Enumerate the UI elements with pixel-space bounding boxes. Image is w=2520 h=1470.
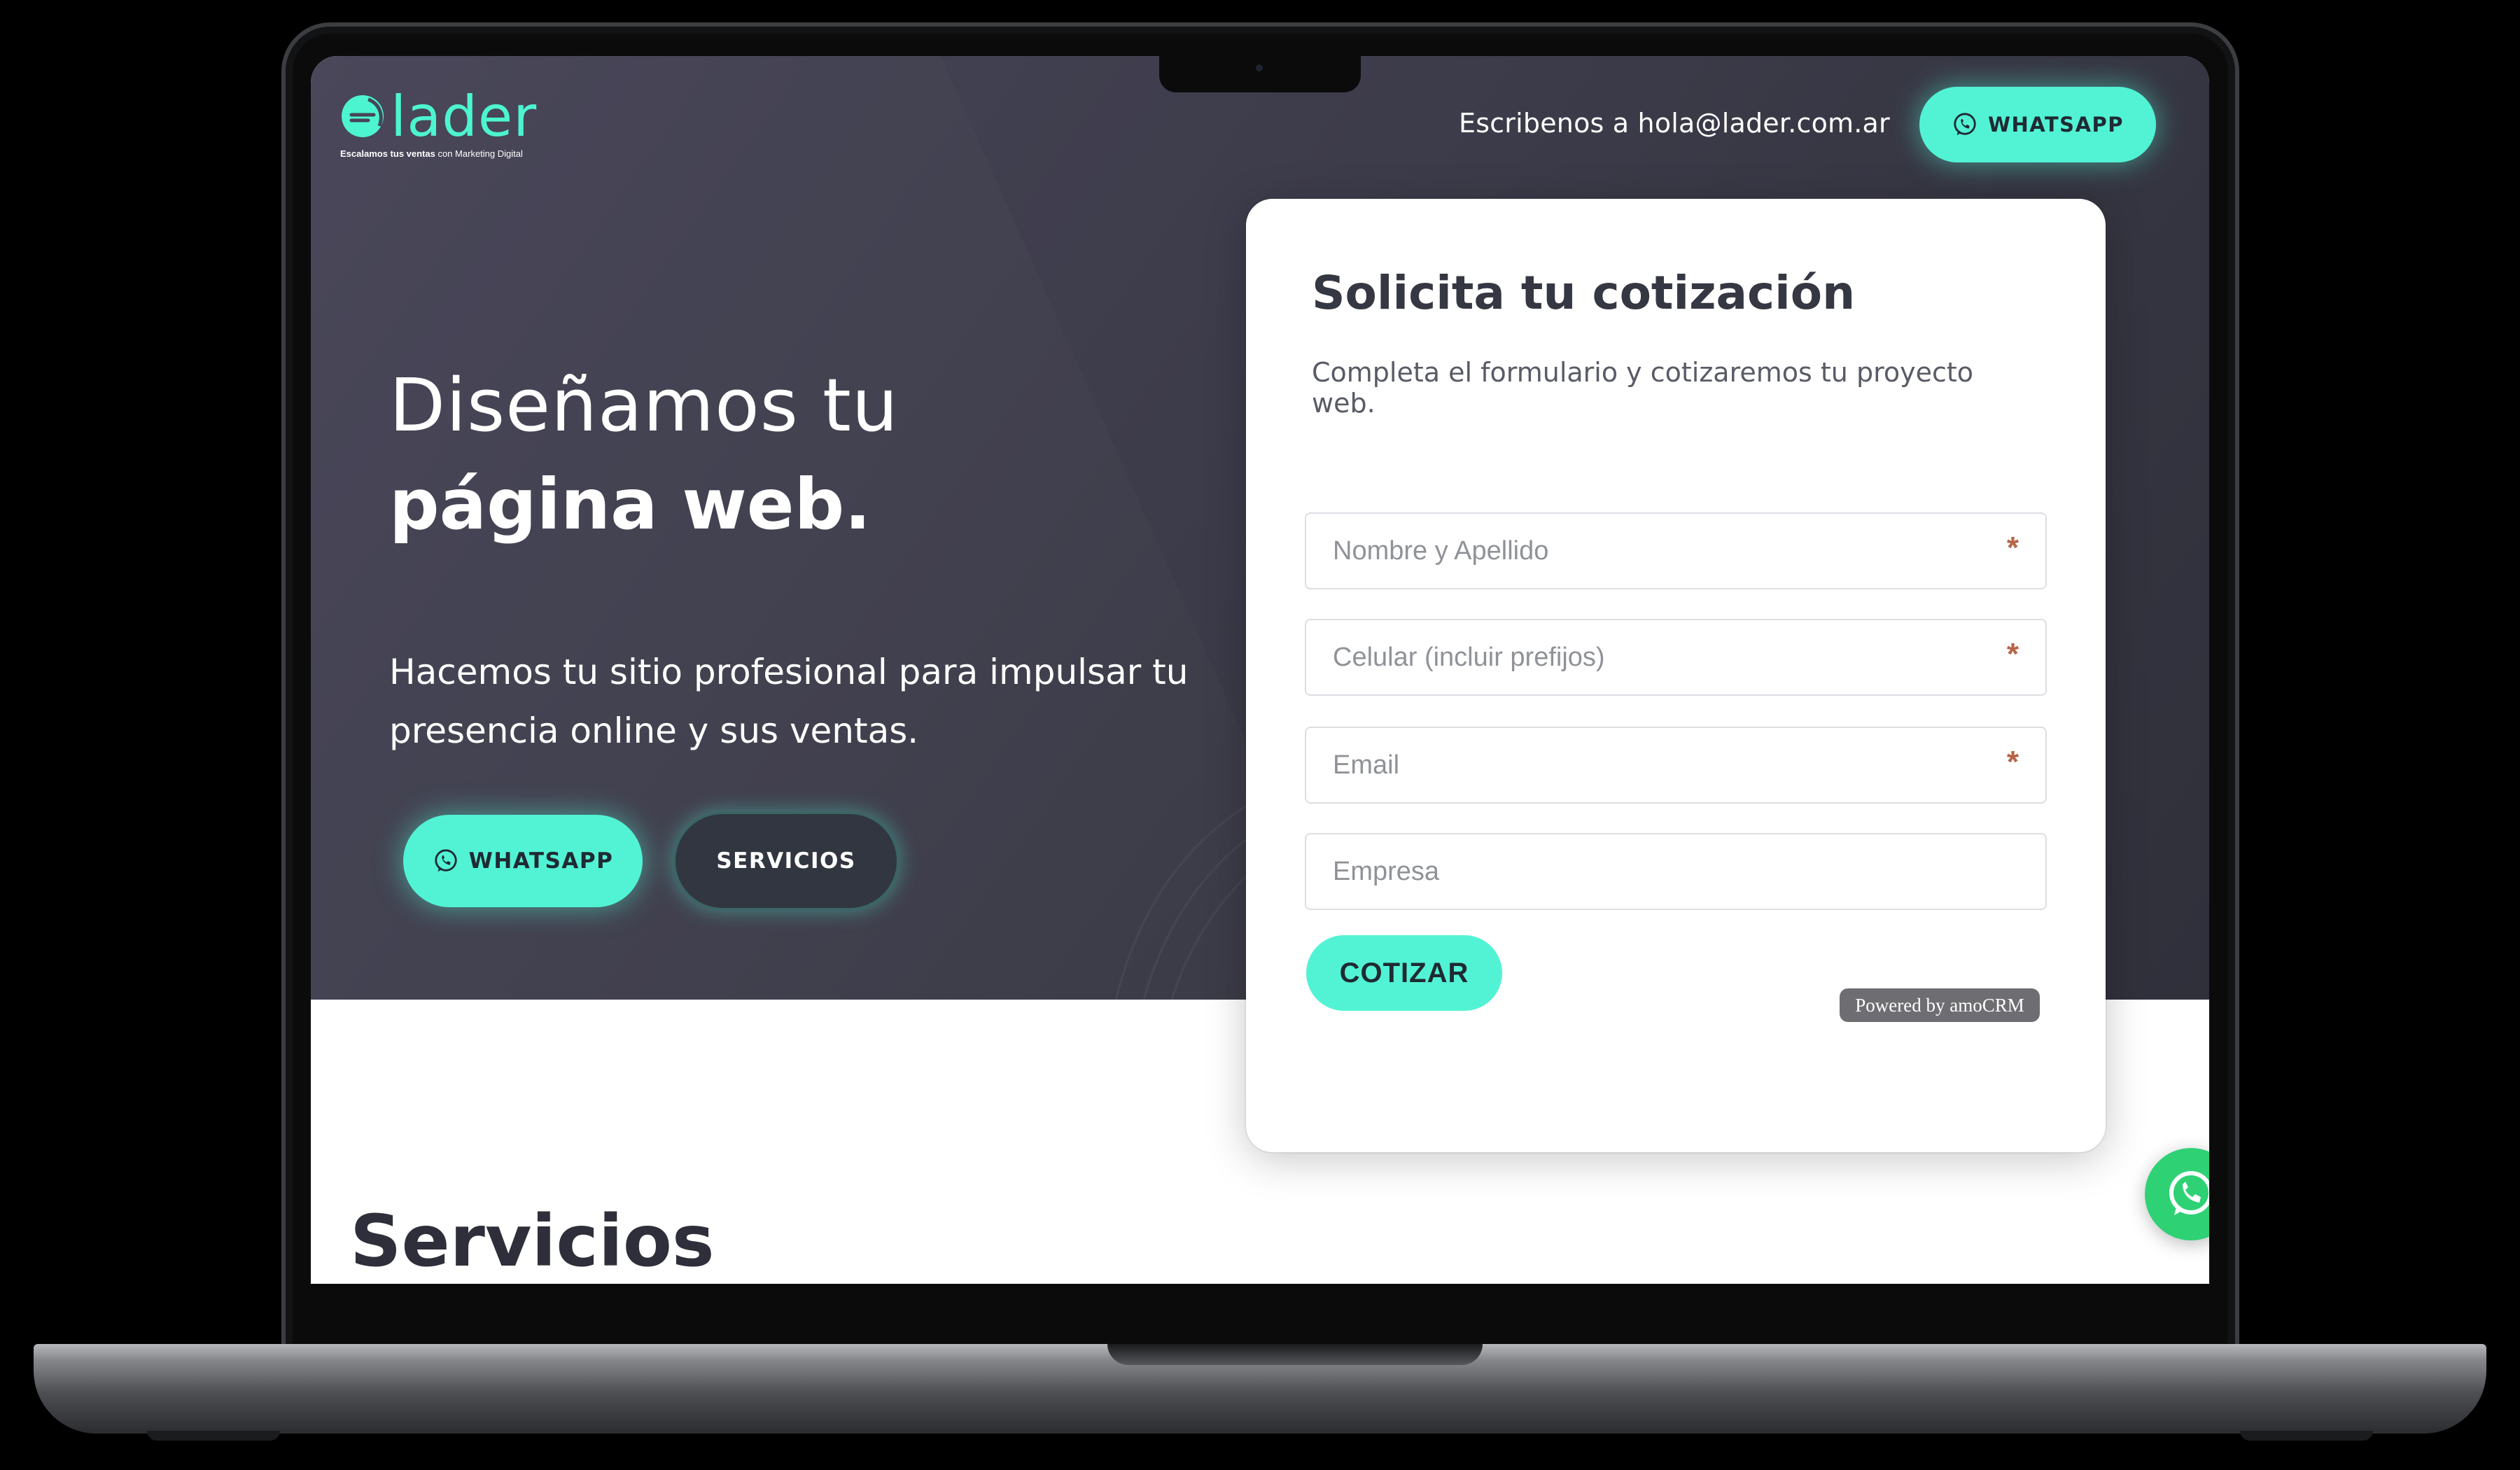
name-field-wrapper: *	[1305, 512, 2047, 589]
hero-subtitle: Hacemos tu sitio profesional para impuls…	[389, 652, 1189, 751]
laptop-base	[34, 1344, 2486, 1434]
email-input[interactable]	[1306, 728, 2045, 802]
laptop-chin	[311, 1284, 2209, 1351]
whatsapp-icon	[2169, 1171, 2209, 1215]
laptop-foot-left	[147, 1431, 280, 1441]
hero-title-line-1: Diseñamos tu	[389, 363, 899, 448]
screen-notch	[1159, 53, 1361, 92]
hero-servicios-button[interactable]: SERVICIOS	[673, 812, 899, 910]
whatsapp-icon	[1954, 113, 1976, 136]
brand-logo[interactable]: lader Escalamos tus ventas con Marketing…	[340, 85, 564, 162]
logo-tagline-rest: con Marketing Digital	[438, 148, 523, 159]
floating-whatsapp-button[interactable]	[2145, 1148, 2209, 1240]
company-input[interactable]	[1306, 834, 2045, 909]
servicios-section-title: Servicios	[350, 1200, 715, 1283]
company-field-wrapper	[1305, 833, 2047, 910]
powered-by-badge[interactable]: Powered by amoCRM	[1840, 988, 2040, 1022]
nav-whatsapp-button[interactable]: WHATSAPP	[1919, 87, 2156, 162]
laptop-foot-right	[2240, 1431, 2373, 1441]
form-title: Solicita tu cotización	[1312, 266, 1856, 320]
logo-wordmark: lader	[391, 84, 538, 149]
required-asterisk: *	[2006, 745, 2019, 779]
hero-whatsapp-button[interactable]: WHATSAPP	[403, 815, 643, 907]
laptop-screen: lader Escalamos tus ventas con Marketing…	[311, 56, 2209, 1284]
cotizar-submit-button[interactable]: COTIZAR	[1306, 935, 1502, 1011]
hero-whatsapp-label: WHATSAPP	[468, 848, 614, 874]
whatsapp-icon	[434, 849, 457, 872]
logo-tagline: Escalamos tus ventas con Marketing Digit…	[340, 148, 523, 159]
required-asterisk: *	[2006, 637, 2019, 671]
quote-form-card: Solicita tu cotización Completa el formu…	[1246, 199, 2106, 1152]
laptop-base-notch	[1107, 1344, 1483, 1365]
name-input[interactable]	[1306, 514, 2045, 588]
contact-email-link[interactable]: Escribenos a hola@lader.com.ar	[1459, 108, 1890, 139]
phone-field-wrapper: *	[1305, 619, 2047, 696]
nav-whatsapp-label: WHATSAPP	[1987, 113, 2124, 136]
required-asterisk: *	[2006, 531, 2019, 565]
email-field-wrapper: *	[1305, 727, 2047, 804]
hero-title-line-2: página web.	[389, 463, 872, 545]
lader-logo-icon	[342, 95, 384, 137]
form-description: Completa el formulario y cotizaremos tu …	[1312, 357, 1974, 419]
phone-input[interactable]	[1306, 620, 2045, 694]
logo-tagline-bold: Escalamos tus ventas	[340, 148, 435, 159]
camera-icon	[1256, 64, 1263, 71]
